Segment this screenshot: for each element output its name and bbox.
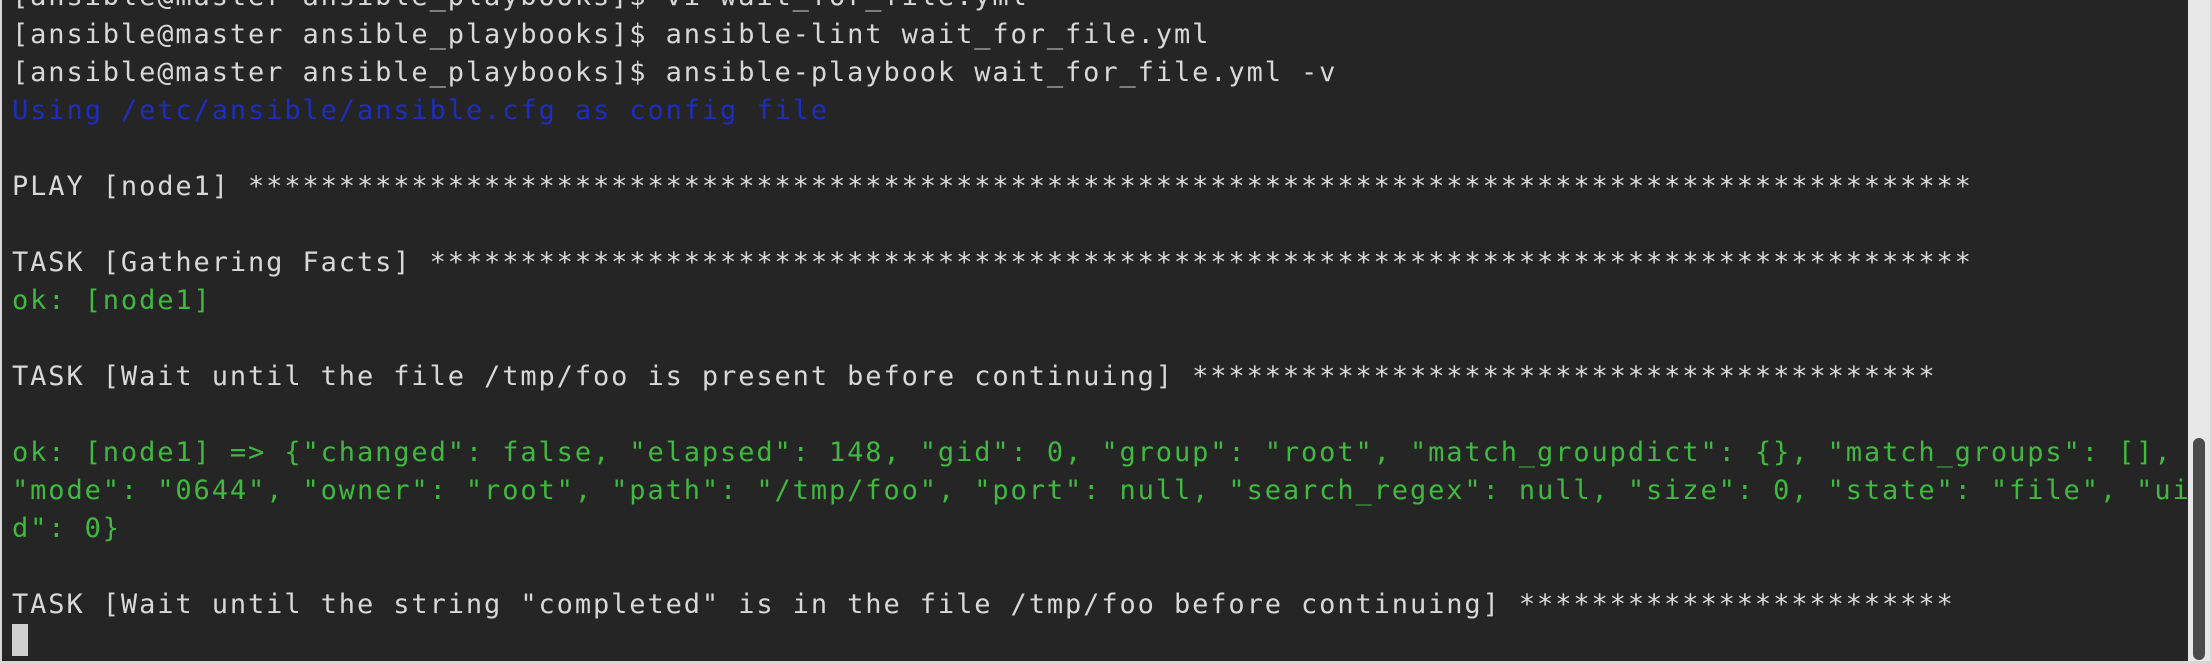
terminal-line: TASK [Gathering Facts] *****************… xyxy=(12,247,1973,278)
terminal-output: [ansible@master ansible_playbooks]$ vi w… xyxy=(12,0,2191,624)
terminal-line: [ansible@master ansible_playbooks]$ ansi… xyxy=(12,19,1211,50)
terminal-line: [ansible@master ansible_playbooks]$ ansi… xyxy=(12,57,1338,88)
terminal-line: ok: [node1] xyxy=(12,285,212,316)
terminal-line: TASK [Wait until the file /tmp/foo is pr… xyxy=(12,361,1937,392)
vertical-scrollbar[interactable] xyxy=(2188,0,2210,664)
scrollbar-thumb[interactable] xyxy=(2193,438,2205,660)
terminal-line: PLAY [node1] ***************************… xyxy=(12,171,1973,202)
terminal-line: ok: [node1] => {"changed": false, "elaps… xyxy=(12,437,2173,468)
terminal-line: TASK [Wait until the string "completed" … xyxy=(12,589,1955,620)
terminal-line: d": 0} xyxy=(12,513,121,544)
terminal-line: [ansible@master ansible_playbooks]$ vi w… xyxy=(12,0,2191,16)
terminal-line: "mode": "0644", "owner": "root", "path":… xyxy=(12,475,2191,506)
terminal-line: Using /etc/ansible/ansible.cfg as config… xyxy=(12,95,829,126)
terminal-window[interactable]: [ansible@master ansible_playbooks]$ vi w… xyxy=(0,0,2212,664)
text-cursor xyxy=(12,624,28,656)
